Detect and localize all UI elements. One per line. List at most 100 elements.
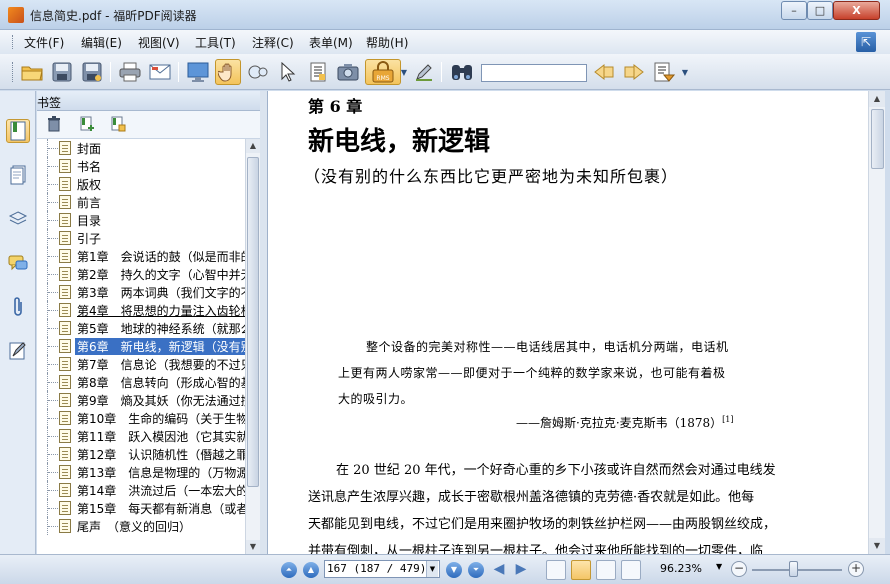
bookmark-item-hover[interactable]: 第4章 将思想的力量注入齿轮机 — [37, 301, 245, 319]
bookmark-item[interactable]: 第9章 熵及其妖（你无法通过搅 — [37, 391, 245, 409]
search-options-dropdown-icon[interactable]: ▼ — [680, 59, 690, 85]
binoculars-search-icon[interactable] — [449, 59, 475, 85]
menu-tools[interactable]: 工具(T) — [195, 34, 236, 51]
bookmark-item[interactable]: 第11章 跃入模因池（它其实就 — [37, 427, 245, 445]
bookmark-item[interactable]: 前言 — [37, 193, 245, 211]
continuous-view-icon[interactable] — [571, 560, 591, 580]
scroll-up-arrow-icon[interactable]: ▲ — [246, 139, 260, 153]
select-cursor-icon[interactable] — [275, 59, 301, 85]
menu-view[interactable]: 视图(V) — [138, 34, 180, 51]
bookmark-item[interactable]: 尾声 （意义的回归） — [37, 517, 245, 535]
bookmark-item[interactable]: 书名 — [37, 157, 245, 175]
bookmark-label: 第2章 持久的文字（心智中并无 — [77, 268, 245, 282]
zoom-out-icon[interactable]: − — [731, 561, 747, 577]
page-number-input[interactable]: 167 (187 / 479) — [324, 560, 440, 578]
scroll-up-arrow-icon[interactable]: ▲ — [869, 91, 885, 107]
bookmarks-panel-icon[interactable] — [6, 119, 30, 143]
bookmark-item[interactable]: 第2章 持久的文字（心智中并无 — [37, 265, 245, 283]
text-select-icon[interactable] — [305, 59, 331, 85]
bookmark-item-selected[interactable]: 第6章 新电线，新逻辑（没有别 — [37, 337, 245, 355]
attachments-paperclip-icon[interactable] — [6, 295, 30, 319]
search-input[interactable] — [481, 64, 587, 82]
go-forward-arrow-icon[interactable]: ▶ — [512, 561, 530, 577]
status-bar: ⏶ ▲ 167 (187 / 479) ▼ ▼ ⏷ ◀ ▶ 96.23% ▼ −… — [0, 554, 890, 584]
bookmark-item[interactable]: 目录 — [37, 211, 245, 229]
bookmarks-tree: 封面 书名 版权 前言 目录 引子 第1章 会说话的鼓（似是而非的 第2章 持久… — [37, 139, 245, 554]
snapshot-icon[interactable] — [335, 59, 361, 85]
bookmark-item[interactable]: 引子 — [37, 229, 245, 247]
rms-dropdown-icon[interactable]: ▼ — [399, 59, 409, 85]
bookmark-item[interactable]: 第3章 两本词典（我们文字的不 — [37, 283, 245, 301]
page-dropdown-icon[interactable]: ▼ — [426, 561, 438, 577]
zoom-dropdown-icon[interactable]: ▼ — [716, 562, 722, 571]
panel-splitter[interactable] — [260, 91, 268, 554]
bookmark-label: 引子 — [77, 232, 102, 246]
bookmark-item[interactable]: 第8章 信息转向（形成心智的基 — [37, 373, 245, 391]
find-next-icon[interactable] — [621, 59, 647, 85]
email-icon[interactable] — [147, 59, 173, 85]
bookmark-item[interactable]: 第15章 每天都有新消息（或者 — [37, 499, 245, 517]
bookmark-item[interactable]: 第7章 信息论（我想要的不过只 — [37, 355, 245, 373]
zoom-tool-icon[interactable] — [245, 59, 271, 85]
facing-view-icon[interactable] — [596, 560, 616, 580]
zoom-slider-thumb[interactable] — [789, 561, 798, 577]
minimize-button[interactable]: – — [781, 1, 807, 20]
menu-comment[interactable]: 注释(C) — [252, 34, 294, 51]
scroll-down-arrow-icon[interactable]: ▼ — [246, 540, 260, 554]
bookmark-item[interactable]: 第1章 会说话的鼓（似是而非的 — [37, 247, 245, 265]
comments-panel-icon[interactable] — [6, 251, 30, 275]
next-page-icon[interactable]: ▼ — [446, 562, 462, 578]
go-back-arrow-icon[interactable]: ◀ — [490, 561, 508, 577]
continuous-facing-view-icon[interactable] — [621, 560, 641, 580]
menu-edit[interactable]: 编辑(E) — [81, 34, 122, 51]
bookmark-item[interactable]: 第14章 洪流过后（一本宏大的 — [37, 481, 245, 499]
menu-form[interactable]: 表单(M) — [309, 34, 353, 51]
footnote-ref[interactable]: [1] — [722, 415, 733, 424]
save-icon[interactable] — [49, 59, 75, 85]
tree-connector — [47, 301, 59, 319]
sign-pen-icon[interactable] — [411, 59, 437, 85]
search-options-icon[interactable] — [651, 59, 677, 85]
pages-panel-icon[interactable] — [6, 163, 30, 187]
save-as-icon[interactable] — [79, 59, 105, 85]
full-screen-icon[interactable] — [185, 59, 211, 85]
bookmark-item[interactable]: 第12章 认识随机性（僭越之罪 — [37, 445, 245, 463]
menu-help[interactable]: 帮助(H) — [366, 34, 408, 51]
menu-grip[interactable] — [12, 35, 15, 49]
single-page-view-icon[interactable] — [546, 560, 566, 580]
signatures-panel-icon[interactable] — [6, 339, 30, 363]
rms-lock-icon[interactable]: RMS — [365, 59, 401, 85]
print-icon[interactable] — [117, 59, 143, 85]
tree-connector — [47, 229, 59, 247]
find-previous-icon[interactable] — [591, 59, 617, 85]
hand-tool-icon[interactable] — [215, 59, 241, 85]
bookmark-item[interactable]: 第10章 生命的编码（关于生物体 — [37, 409, 245, 427]
first-page-icon[interactable]: ⏶ — [281, 562, 297, 578]
bookmark-item[interactable]: 第5章 地球的神经系统（就那么 — [37, 319, 245, 337]
zoom-level[interactable]: 96.23% — [660, 562, 702, 575]
layers-panel-icon[interactable] — [6, 207, 30, 231]
quote-author: ——詹姆斯·克拉克·麦克斯韦（1878） — [516, 416, 723, 430]
toolbar-grip[interactable] — [12, 62, 15, 82]
scroll-down-arrow-icon[interactable]: ▼ — [869, 538, 885, 554]
menu-file[interactable]: 文件(F) — [24, 34, 64, 51]
document-scroll-thumb[interactable] — [871, 109, 884, 169]
bookmarks-scrollbar[interactable]: ▲ ▼ — [245, 139, 260, 554]
maximize-button[interactable]: □ — [807, 1, 833, 20]
bookmark-properties-icon[interactable] — [109, 116, 127, 134]
last-page-icon[interactable]: ⏷ — [468, 562, 484, 578]
previous-page-icon[interactable]: ▲ — [303, 562, 319, 578]
document-view[interactable]: 第 6 章 新电线，新逻辑 （没有别的什么东西比它更严密地为未知所包裹） 整个设… — [268, 91, 868, 554]
bookmark-item[interactable]: 封面 — [37, 139, 245, 157]
open-folder-icon[interactable] — [19, 59, 45, 85]
zoom-in-icon[interactable]: + — [848, 561, 864, 577]
bookmark-item[interactable]: 第13章 信息是物理的（万物源 — [37, 463, 245, 481]
title-bar: 信息简史.pdf - 福昕PDF阅读器 – □ X — [0, 0, 890, 30]
new-bookmark-icon[interactable] — [78, 116, 96, 134]
delete-bookmark-icon[interactable] — [45, 116, 63, 134]
bookmark-item[interactable]: 版权 — [37, 175, 245, 193]
expand-icon[interactable]: ⇱ — [856, 32, 876, 52]
document-scrollbar[interactable]: ▲ ▼ — [868, 91, 885, 554]
bookmarks-scroll-thumb[interactable] — [247, 157, 259, 487]
close-button[interactable]: X — [833, 1, 880, 20]
